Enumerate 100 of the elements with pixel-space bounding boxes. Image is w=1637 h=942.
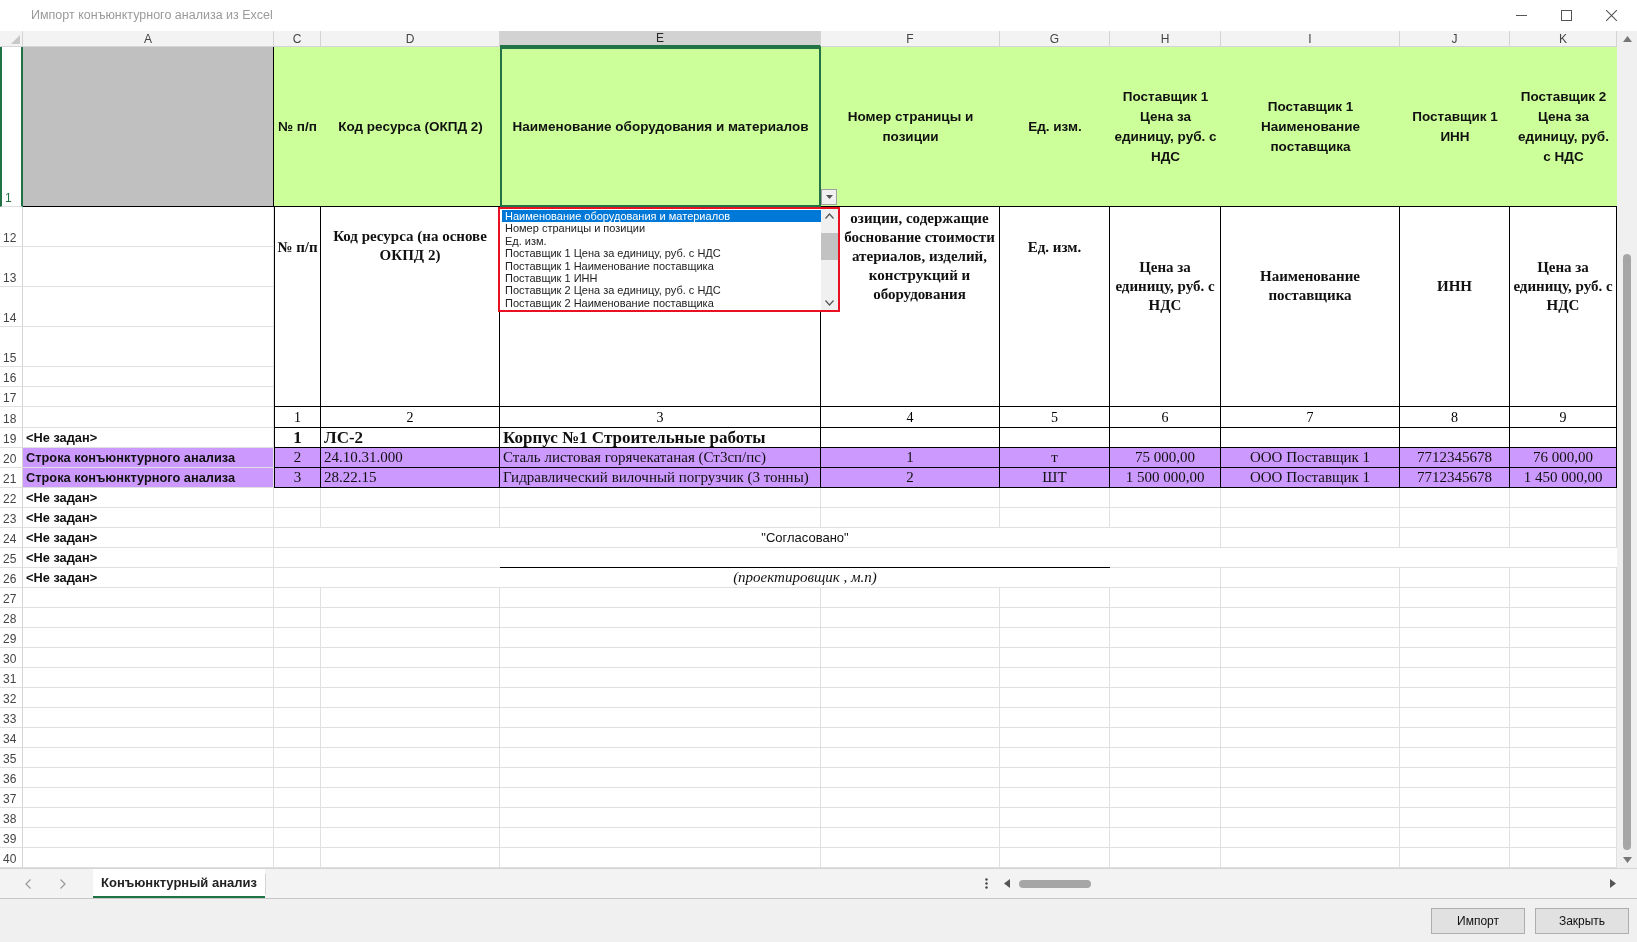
row-header[interactable]: 21 [0, 468, 23, 488]
row-header[interactable]: 16 [0, 367, 23, 387]
row-label: <Не задан> [23, 568, 274, 588]
dropdown-option[interactable]: Поставщик 2 Цена за единицу, руб. с НДС [502, 284, 821, 297]
row-header[interactable]: 35 [0, 748, 23, 768]
dialog-button[interactable]: Импорт [1431, 907, 1525, 934]
row-header[interactable]: 20 [0, 448, 23, 468]
empty-cell [274, 828, 321, 848]
table-cell: 2 [274, 448, 321, 468]
header-cell: Ед. изм. [1000, 47, 1110, 207]
row-header[interactable]: 24 [0, 528, 23, 548]
row-header[interactable]: 18 [0, 407, 23, 428]
row-header[interactable]: 27 [0, 588, 23, 608]
row-header[interactable]: 32 [0, 688, 23, 708]
row-header[interactable]: 34 [0, 728, 23, 748]
row-label: <Не задан> [23, 548, 274, 568]
row-header[interactable]: 13 [0, 247, 23, 287]
column-header[interactable]: D [321, 31, 500, 47]
column-header[interactable]: K [1510, 31, 1617, 47]
row-header[interactable]: 15 [0, 327, 23, 367]
dropdown-option[interactable]: Поставщик 2 Наименование поставщика [502, 296, 821, 310]
table-cell: 28.22.15 [321, 468, 500, 488]
scroll-up-icon[interactable] [825, 213, 834, 219]
row-header[interactable]: 14 [0, 287, 23, 327]
scroll-right-icon[interactable] [1610, 879, 1616, 888]
row-header[interactable]: 36 [0, 768, 23, 788]
header-cell: Код ресурса (ОКПД 2) [321, 47, 500, 207]
scrollbar-thumb[interactable] [1019, 879, 1091, 888]
row-header[interactable]: 33 [0, 708, 23, 728]
row-label: Строка конъюнктурного анализа [23, 468, 274, 488]
table-cell: 5 [1000, 407, 1110, 428]
row-header[interactable]: 25 [0, 548, 23, 568]
table-cell: 75 000,00 [1110, 448, 1221, 468]
row-header[interactable]: 12 [0, 207, 23, 247]
empty-cell [274, 668, 321, 688]
row-header[interactable]: 39 [0, 828, 23, 848]
dropdown-list[interactable] [498, 207, 840, 312]
signature-caption: (проектировщик , м.п) [500, 568, 1110, 588]
table-cell: ООО Поставщик 1 [1221, 468, 1400, 488]
dropdown-option[interactable]: Поставщик 1 Наименование поставщика [502, 259, 821, 272]
dropdown-option[interactable]: Ед. изм. [502, 234, 821, 248]
row-header[interactable]: 38 [0, 808, 23, 828]
row-header[interactable]: 19 [0, 428, 23, 448]
row-header[interactable]: 40 [0, 848, 23, 868]
dropdown-option[interactable]: Поставщик 1 ИНН [502, 271, 821, 285]
column-header[interactable]: A [23, 31, 274, 47]
row-header[interactable]: 28 [0, 608, 23, 628]
column-header[interactable]: I [1221, 31, 1400, 47]
scroll-left-icon[interactable] [1004, 879, 1010, 888]
row-header[interactable]: 31 [0, 668, 23, 688]
row-header[interactable]: 30 [0, 648, 23, 668]
column-header[interactable]: C [274, 31, 321, 47]
column-header[interactable]: E [500, 31, 821, 47]
scrollbar-thumb[interactable] [1623, 254, 1631, 850]
row-header[interactable]: 23 [0, 508, 23, 528]
maximize-icon[interactable] [1561, 10, 1572, 21]
empty-cell [274, 788, 321, 808]
chevron-left-icon[interactable] [25, 878, 31, 889]
table-cell: № п/п [274, 207, 321, 407]
dropdown-option[interactable]: Наименование оборудования и материалов [502, 210, 821, 223]
column-header[interactable]: F [821, 31, 1000, 47]
empty-cell [274, 728, 321, 748]
scroll-up-icon[interactable] [1622, 36, 1632, 42]
row-header[interactable]: 22 [0, 488, 23, 508]
row-header[interactable]: 37 [0, 788, 23, 808]
table-cell: 2 [321, 407, 500, 428]
table-cell: 7712345678 [1400, 448, 1510, 468]
caret-icon [825, 195, 833, 199]
table-cell: 1 [821, 448, 1000, 468]
header-cell: Номер страницы и позиции [821, 47, 1000, 207]
dropdown-button[interactable] [821, 189, 837, 205]
empty-cell [274, 628, 321, 648]
scroll-down-icon[interactable] [1622, 857, 1632, 863]
table-cell: 7712345678 [1400, 468, 1510, 488]
column-header[interactable]: H [1110, 31, 1221, 47]
row-header[interactable]: 26 [0, 568, 23, 588]
table-cell: ООО Поставщик 1 [1221, 448, 1400, 468]
dropdown-option[interactable]: Номер страницы и позиции [502, 222, 821, 235]
table-cell: 3 [500, 407, 821, 428]
scroll-down-icon[interactable] [825, 300, 834, 306]
table-cell: Наименование поставщика [1221, 207, 1400, 407]
empty-cell [274, 708, 321, 728]
more-icon[interactable] [985, 878, 988, 889]
chevron-right-icon[interactable] [60, 878, 66, 889]
table-cell: 1 500 000,00 [1110, 468, 1221, 488]
row-label: <Не задан> [23, 508, 274, 528]
empty-cell [274, 808, 321, 828]
column-header[interactable]: G [1000, 31, 1110, 47]
dialog-button[interactable]: Закрыть [1535, 907, 1629, 934]
scrollbar-thumb[interactable] [821, 233, 838, 260]
row-header[interactable]: 1 [0, 47, 23, 207]
empty-cell [274, 768, 321, 788]
column-header[interactable]: J [1400, 31, 1510, 47]
table-cell: Сталь листовая горячекатаная (Ст3сп/пс) [500, 448, 821, 468]
dropdown-option[interactable]: Поставщик 1 Цена за единицу, руб. с НДС [502, 247, 821, 260]
row-header[interactable]: 17 [0, 387, 23, 407]
row-header[interactable]: 29 [0, 628, 23, 648]
close-icon[interactable] [1606, 10, 1617, 21]
sheet-tab[interactable]: Конъюнктурный анализ [93, 869, 265, 898]
table-cell: 76 000,00 [1510, 448, 1617, 468]
